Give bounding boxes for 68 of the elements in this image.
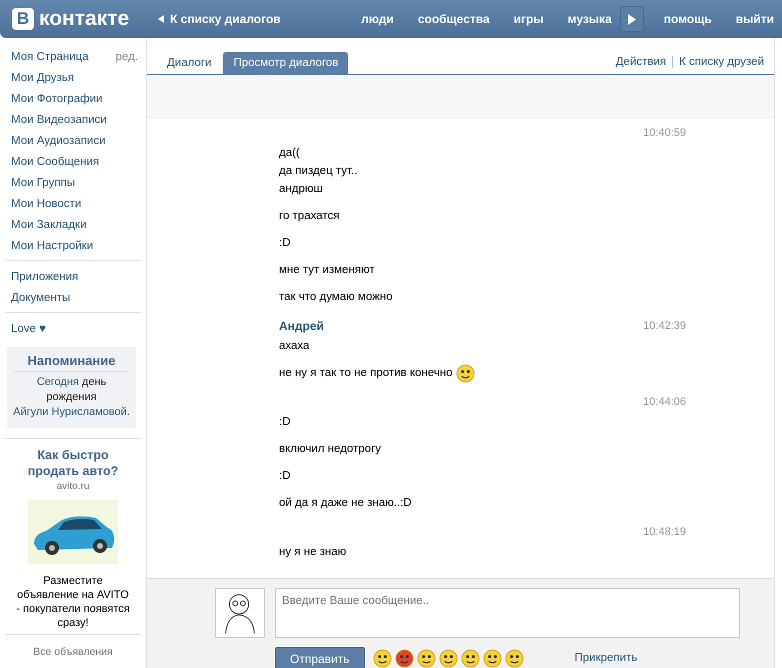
- reminder-title: Напоминание: [14, 353, 129, 372]
- menu-link[interactable]: Мои Новости: [11, 198, 82, 210]
- play-icon: [628, 14, 636, 24]
- smiley-icon[interactable]: [416, 648, 436, 668]
- nav-link[interactable]: игры: [514, 12, 544, 26]
- menu-link[interactable]: Мои Группы: [11, 176, 76, 188]
- author-link[interactable]: Андрей: [279, 315, 644, 337]
- message-time: 10:42:39: [643, 319, 686, 334]
- ad-title[interactable]: Как быстро продать авто?: [14, 447, 132, 479]
- message-input[interactable]: Введите Ваше сообщение..: [275, 588, 740, 638]
- smiley-icon[interactable]: [394, 648, 414, 668]
- message-text: :D: [279, 236, 290, 251]
- logo-text[interactable]: контакте: [39, 7, 130, 31]
- nav-link[interactable]: люди: [361, 12, 394, 26]
- smiley-icon[interactable]: [504, 648, 524, 668]
- smiley-icon: [456, 364, 475, 383]
- reminder-link[interactable]: Сегодня: [36, 376, 79, 388]
- nav-link[interactable]: сообщества: [418, 12, 490, 26]
- message-text: го трахатся: [279, 209, 340, 224]
- message-text: ой да я даже не знаю..:D: [279, 496, 412, 511]
- nav-link[interactable]: музыка: [568, 12, 612, 26]
- menu-link[interactable]: Мои Закладки: [11, 218, 86, 230]
- action-link[interactable]: Действия: [616, 56, 666, 68]
- reminder-text: Сегодня день рождения Айгули Нурисламовой.: [12, 375, 131, 420]
- action-link[interactable]: К списку друзей: [679, 56, 764, 68]
- all-ads-link[interactable]: Все объявления: [33, 646, 113, 658]
- nav-link[interactable]: помощь: [664, 12, 712, 26]
- car-photo-placeholder[interactable]: [28, 500, 118, 564]
- menu-link[interactable]: Мои Друзья: [11, 72, 74, 84]
- message-time: 10:44:06: [643, 395, 686, 410]
- ad-domain: avito.ru: [56, 481, 90, 492]
- message-text: :D: [279, 415, 290, 430]
- reminder-link[interactable]: Айгули Нурисламовой: [13, 406, 127, 418]
- message-text: включил недотрогу: [279, 442, 382, 457]
- menu-link[interactable]: Love ♥: [11, 322, 46, 334]
- attach-link[interactable]: Прикрепить: [574, 652, 638, 664]
- smiley-icon[interactable]: [372, 648, 392, 668]
- menu-link[interactable]: Мои Настройки: [11, 240, 94, 252]
- message-time: 10:48:19: [643, 525, 686, 540]
- ad-text: Разместите объявление на AVITO - покупатели появятся сразу!: [15, 574, 131, 630]
- play-button[interactable]: [620, 6, 644, 32]
- message-time: 10:40:59: [643, 126, 686, 141]
- message-text: да(( да пиздец тут..: [279, 146, 358, 179]
- smiley-icon[interactable]: [438, 648, 458, 668]
- message-text: :D: [279, 469, 290, 484]
- message-text: ну я не знаю: [279, 545, 346, 560]
- message-text: не ну я так то не против конечно: [279, 366, 453, 381]
- menu-link[interactable]: Моя Страница: [11, 50, 89, 62]
- back-link[interactable]: К списку диалогов: [158, 12, 281, 26]
- smiley-icon[interactable]: [460, 648, 480, 668]
- message-text: ахаха: [279, 339, 310, 354]
- menu-link[interactable]: Мои Видеозаписи: [11, 114, 107, 126]
- menu-link[interactable]: Приложения: [11, 270, 78, 282]
- caret-icon: [158, 15, 164, 23]
- nav-link[interactable]: выйти: [736, 12, 774, 26]
- send-button[interactable]: Отправить: [275, 647, 365, 668]
- avatar-drawing: [215, 588, 265, 638]
- menu-link[interactable]: Мои Фотографии: [11, 92, 102, 104]
- logo-mark[interactable]: В: [12, 8, 34, 30]
- tab[interactable]: Просмотр диалогов: [223, 52, 348, 74]
- message-text: андрюш: [279, 182, 323, 197]
- message-text: мне тут изменяют: [279, 263, 375, 278]
- tab[interactable]: Диалоги: [157, 52, 222, 74]
- message-text: так что думаю можно: [279, 290, 393, 305]
- smiley-icon[interactable]: [482, 648, 502, 668]
- menu-link[interactable]: Мои Сообщения: [11, 156, 100, 168]
- menu-link[interactable]: Документы: [11, 292, 70, 304]
- menu-link[interactable]: Мои Аудиозаписи: [11, 134, 106, 146]
